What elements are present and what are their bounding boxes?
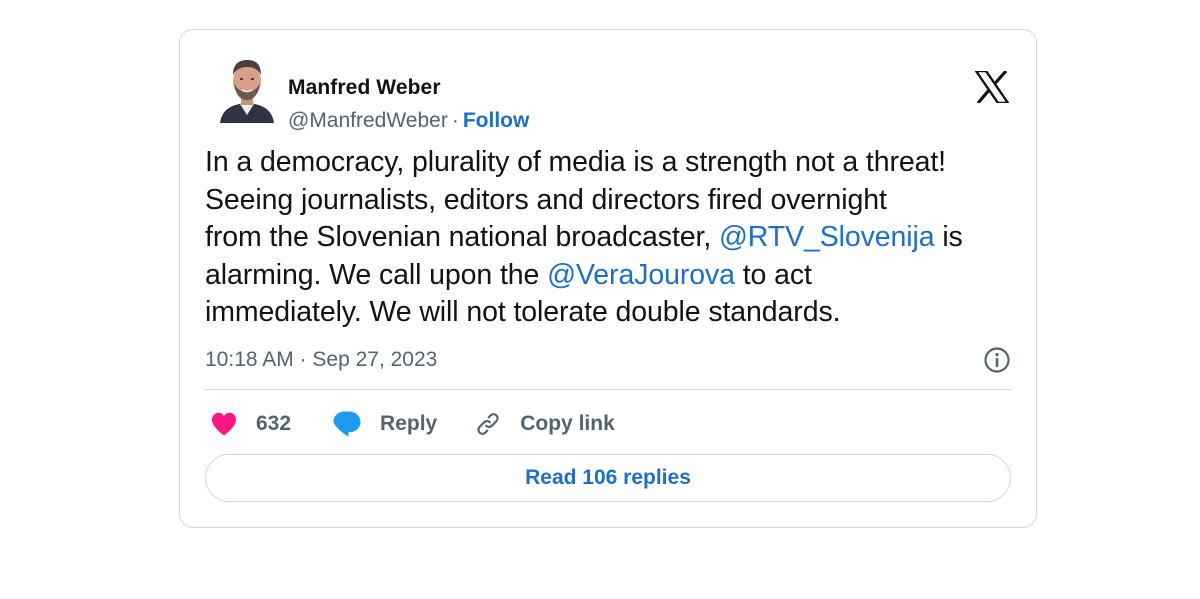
tweet-text-segment: immediately. We will not tolerate double… <box>205 296 841 329</box>
heart-icon <box>212 412 236 436</box>
reply-label: Reply <box>380 412 438 435</box>
tweet-line: from the Slovenian national broadcaster,… <box>205 219 1025 257</box>
tweet-meta-row: 10:18 AM · Sep 27, 2023 <box>205 345 1011 375</box>
tweet-header: Manfred Weber @ManfredWeber · Follow <box>218 49 1012 132</box>
tweet-text-segment: from the Slovenian national broadcaster, <box>205 221 719 254</box>
tweet-text-segment: Seeing journalists, editors and director… <box>205 183 887 216</box>
tweet-timestamp[interactable]: 10:18 AM · Sep 27, 2023 <box>205 348 437 371</box>
link-icon <box>477 413 499 435</box>
tweet-line: alarming. We call upon the @VeraJourova … <box>205 257 1025 295</box>
tweet-text-segment: alarming. We call upon the <box>205 258 548 291</box>
info-icon[interactable] <box>983 346 1011 374</box>
author-handle-row: @ManfredWeber · Follow <box>288 108 529 134</box>
tweet-text-segment: is <box>934 221 963 254</box>
author-names: Manfred Weber @ManfredWeber · Follow <box>288 75 529 134</box>
copy-link-label: Copy link <box>520 412 615 435</box>
author-display-name[interactable]: Manfred Weber <box>288 75 529 101</box>
tweet-line: Seeing journalists, editors and director… <box>205 182 1025 220</box>
reply-button[interactable]: Reply <box>332 410 437 438</box>
copy-link-button[interactable]: Copy link <box>474 410 615 438</box>
x-logo-icon[interactable] <box>973 69 1011 105</box>
author-handle[interactable]: @ManfredWeber <box>288 109 448 132</box>
follow-link[interactable]: Follow <box>463 109 530 132</box>
tweet-text-segment: to act <box>734 258 812 291</box>
tweet-actions: 632 Reply Copy link <box>210 407 615 441</box>
mention-link[interactable]: @RTV_Slovenija <box>719 221 935 253</box>
tweet-line: In a democracy, plurality of media is a … <box>205 144 1025 182</box>
tweet-text: In a democracy, plurality of media is a … <box>205 144 1025 332</box>
divider <box>205 389 1011 390</box>
tweet-line: immediately. We will not tolerate double… <box>205 294 1025 332</box>
separator-dot: · <box>451 109 459 132</box>
tweet-card: Manfred Weber @ManfredWeber · Follow In a … <box>179 29 1037 528</box>
mention-link[interactable]: @VeraJourova <box>547 259 735 291</box>
avatar[interactable] <box>218 49 276 123</box>
read-replies-button[interactable]: Read 106 replies <box>205 454 1011 502</box>
like-count: 632 <box>256 412 292 435</box>
like-button[interactable]: 632 <box>210 411 291 437</box>
tweet-text-segment: In a democracy, plurality of media is a … <box>205 146 946 178</box>
speech-bubble-icon <box>333 411 361 437</box>
